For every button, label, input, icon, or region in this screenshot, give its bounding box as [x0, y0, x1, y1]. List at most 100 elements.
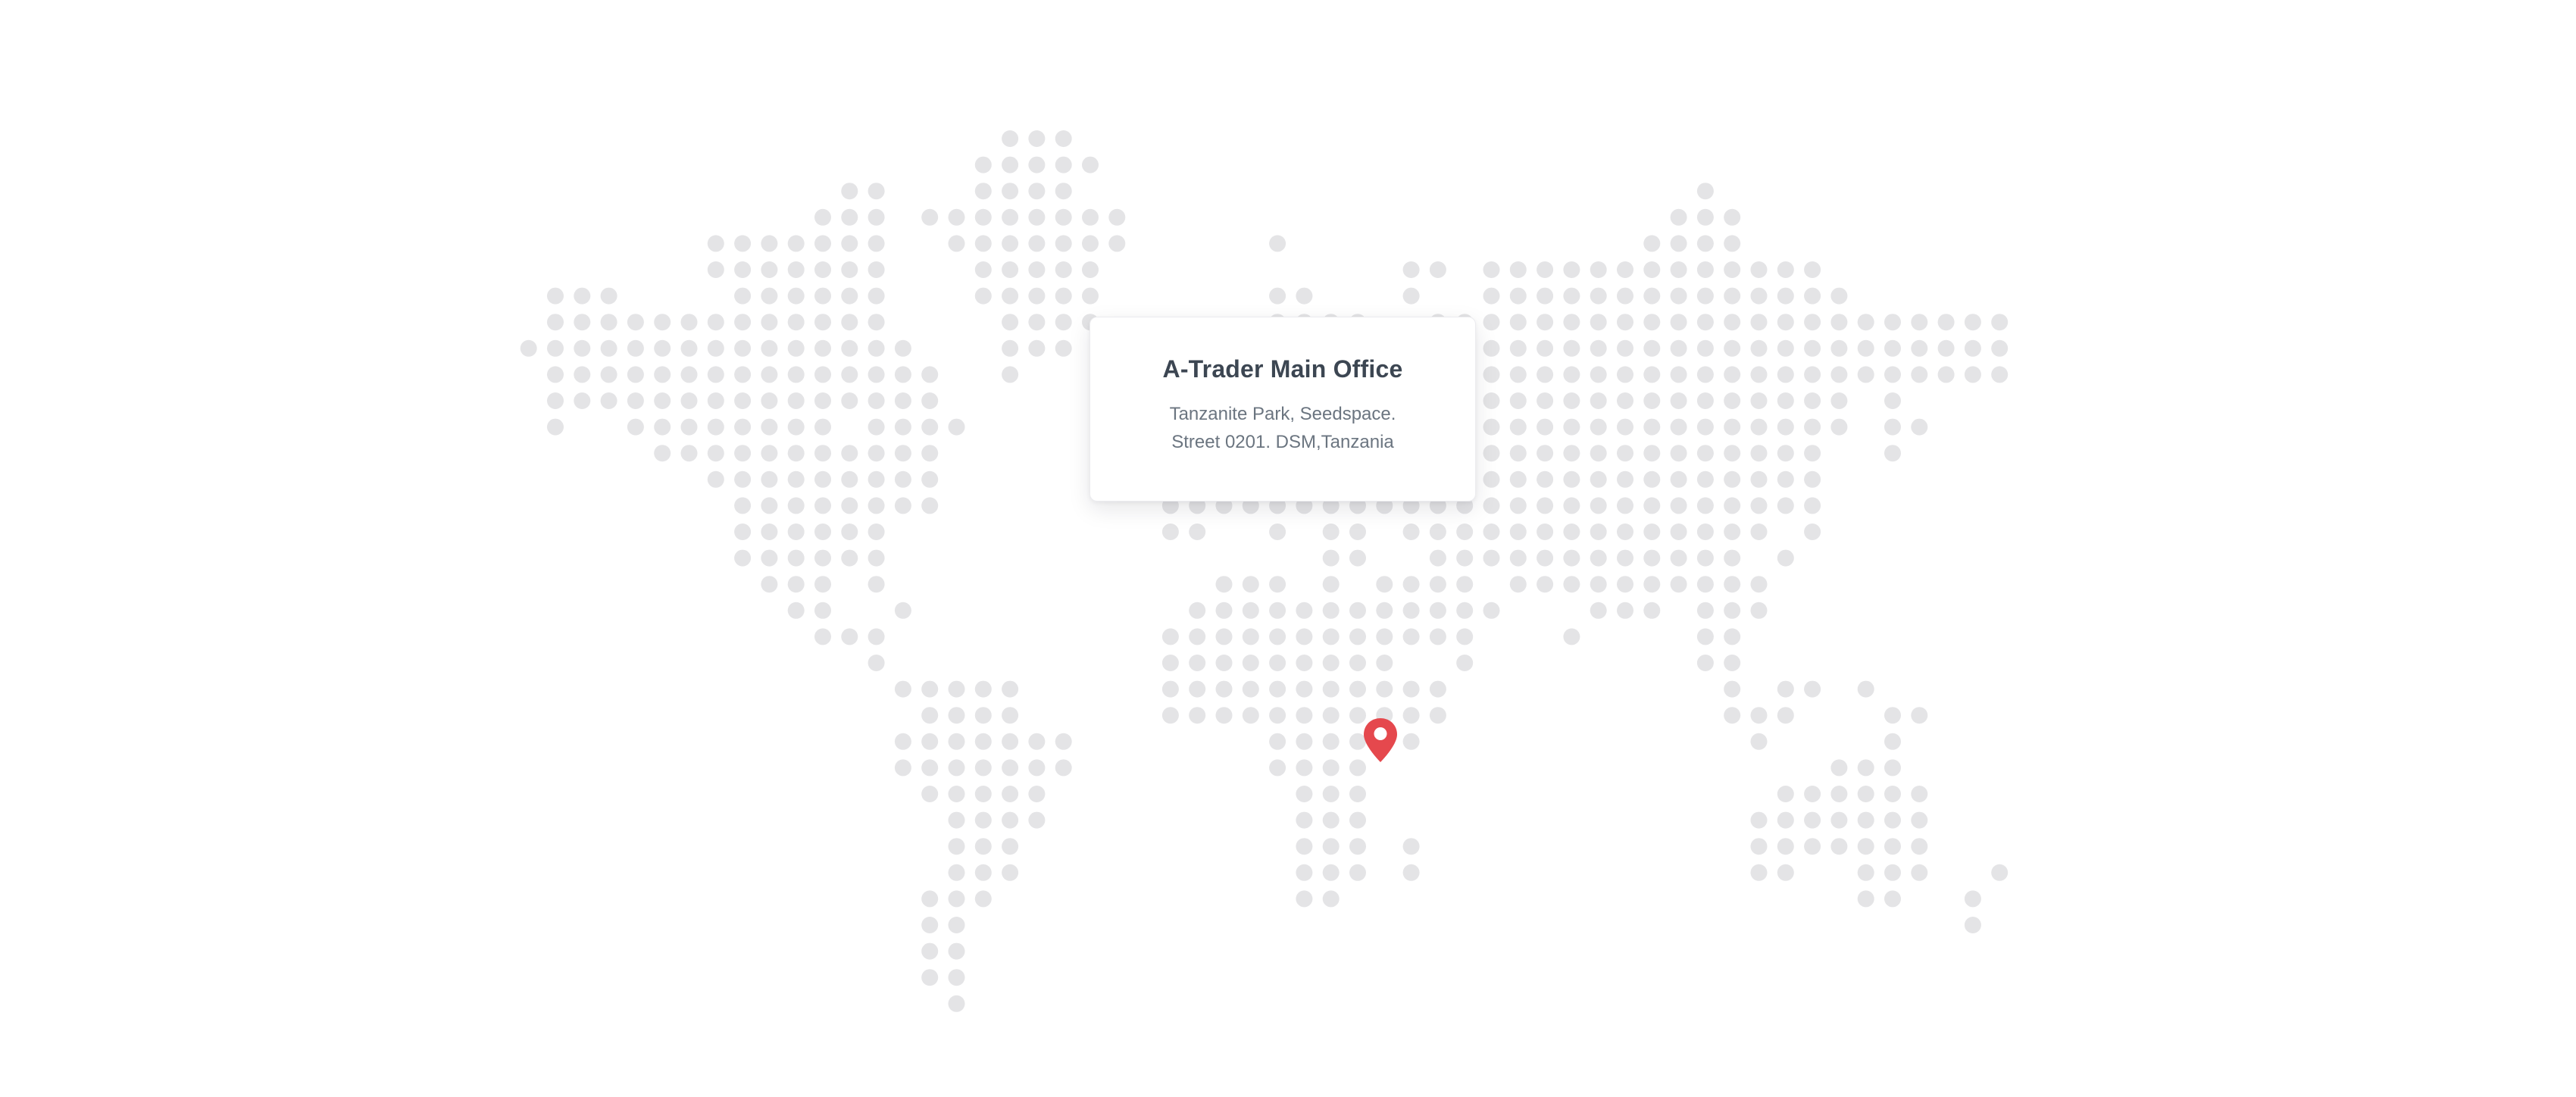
map-dot: [1349, 523, 1366, 540]
map-dot: [1322, 759, 1340, 777]
map-dot: [1028, 339, 1046, 357]
map-dot: [1750, 602, 1768, 619]
map-dot: [1884, 864, 1901, 881]
map-dot: [921, 366, 939, 383]
map-dot: [1964, 314, 1981, 331]
map-dot: [1296, 733, 1313, 750]
map-dot: [1269, 235, 1286, 252]
map-dot: [680, 445, 698, 462]
map-dot: [894, 366, 911, 383]
map-dot: [1402, 261, 1420, 278]
map-dot: [1483, 470, 1500, 488]
map-dot: [948, 811, 965, 829]
map-dot: [761, 339, 778, 357]
map-dot: [1696, 366, 1714, 383]
map-dot: [1242, 707, 1259, 724]
map-dot: [1483, 339, 1500, 357]
map-dot: [1509, 418, 1527, 436]
map-dot: [814, 576, 831, 593]
map-dot: [814, 523, 831, 540]
map-dot: [868, 287, 885, 305]
map-dot: [1750, 445, 1768, 462]
map-dot: [814, 314, 831, 331]
map-dot: [1002, 811, 1019, 829]
map-dot: [761, 287, 778, 305]
map-dot: [1724, 339, 1741, 357]
map-dot: [948, 786, 965, 802]
map-dot: [1643, 418, 1661, 436]
map-dot: [1911, 707, 1928, 724]
map-dot: [734, 445, 752, 462]
map-dot: [1590, 602, 1607, 619]
map-dot: [974, 733, 992, 750]
map-dot: [1670, 366, 1687, 383]
map-dot: [654, 366, 671, 383]
map-dot: [1483, 366, 1500, 383]
map-dot: [1777, 707, 1794, 724]
map-dot: [1002, 786, 1019, 802]
office-address-line-2: Street 0201. DSM,Tanzania: [1171, 432, 1394, 452]
map-dot: [1777, 549, 1794, 567]
map-dot: [1590, 392, 1607, 409]
map-dot: [1991, 314, 2009, 331]
map-dot: [1349, 786, 1366, 802]
map-dot: [1563, 576, 1580, 593]
map-dot: [1857, 680, 1874, 698]
map-dot: [734, 235, 752, 252]
map-dot: [1804, 786, 1821, 802]
map-dot: [1724, 261, 1741, 278]
map-dot: [1429, 707, 1446, 724]
map-dot: [1537, 418, 1554, 436]
map-dot: [1750, 261, 1768, 278]
map-dot: [734, 287, 752, 305]
map-dot: [761, 418, 778, 436]
map-dot: [1884, 811, 1901, 829]
map-dot: [1509, 470, 1527, 488]
map-dot: [868, 628, 885, 645]
map-dot: [1563, 470, 1580, 488]
map-dot: [1483, 602, 1500, 619]
map-dot: [1617, 523, 1633, 540]
map-dot: [1189, 655, 1206, 671]
map-dot: [1296, 707, 1313, 724]
map-dot: [600, 392, 617, 409]
map-dot: [1804, 680, 1821, 698]
map-dot: [1884, 733, 1901, 750]
map-dot: [1643, 339, 1661, 357]
map-dot: [1617, 339, 1633, 357]
map-dot: [1750, 576, 1768, 593]
map-dot: [1911, 339, 1928, 357]
map-dot: [761, 549, 778, 567]
map-dot: [1402, 838, 1420, 855]
map-dot: [1724, 287, 1741, 305]
office-info-card: A-Trader Main Office Tanzanite Park, See…: [1089, 317, 1476, 502]
map-dot: [1911, 811, 1928, 829]
map-dot: [1750, 523, 1768, 540]
map-dot: [814, 418, 831, 436]
map-dot: [707, 261, 724, 278]
map-dot: [1643, 470, 1661, 488]
map-dot: [1911, 864, 1928, 881]
map-dot: [948, 235, 965, 252]
map-dot: [841, 339, 858, 357]
map-dot: [1349, 549, 1366, 567]
map-dot: [921, 786, 939, 802]
map-dot: [1002, 680, 1019, 698]
map-dot: [1537, 445, 1554, 462]
map-dot: [1643, 392, 1661, 409]
map-dot: [921, 418, 939, 436]
map-dot: [1670, 497, 1687, 514]
map-dot: [841, 470, 858, 488]
map-dot: [894, 339, 911, 357]
map-dot: [1269, 707, 1286, 724]
map-dot: [627, 366, 644, 383]
map-dot: [1537, 523, 1554, 540]
map-marker-icon[interactable]: [1362, 717, 1399, 764]
map-dot: [1696, 445, 1714, 462]
map-dot: [841, 628, 858, 645]
map-dot: [868, 314, 885, 331]
map-dot: [814, 445, 831, 462]
map-dot: [1884, 786, 1901, 802]
map-dot: [1296, 602, 1313, 619]
map-dot: [654, 418, 671, 436]
